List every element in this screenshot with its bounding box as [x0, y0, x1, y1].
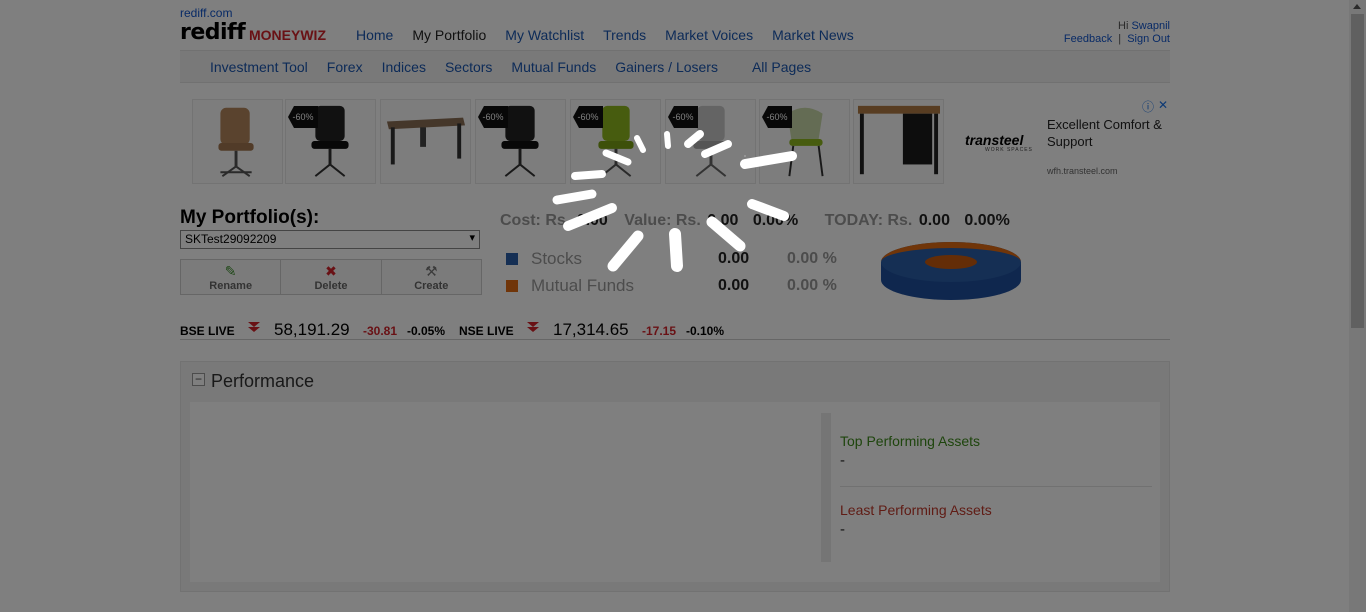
loading-spinner-icon	[552, 130, 797, 272]
loading-overlay	[0, 0, 1366, 612]
